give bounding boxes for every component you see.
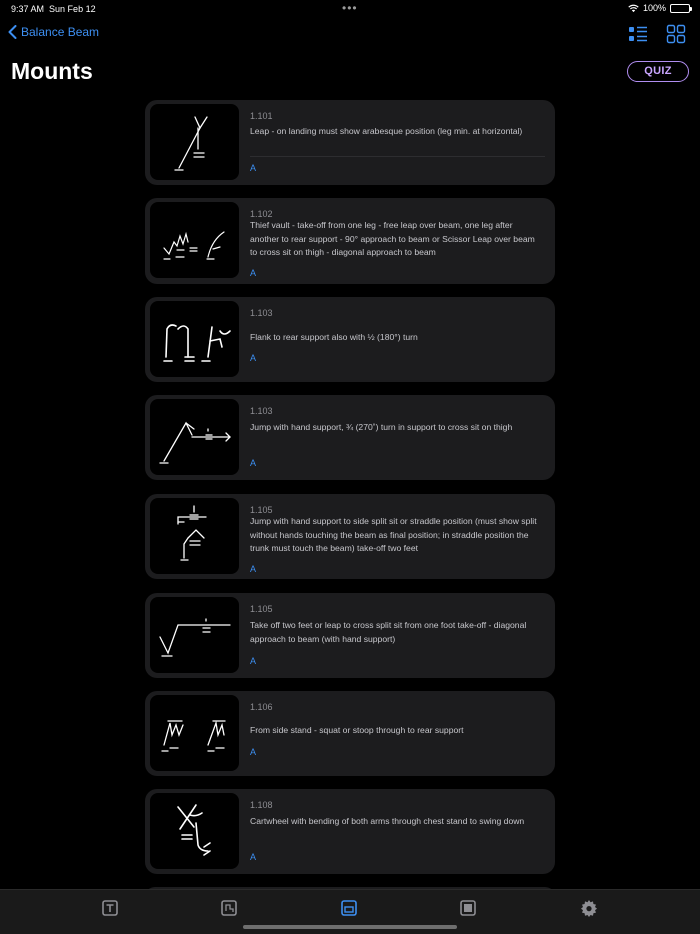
- skill-description: Jump with hand support to side split sit…: [250, 516, 537, 553]
- skill-description: Cartwheel with bending of both arms thro…: [250, 816, 525, 826]
- skill-symbol-icon: [150, 597, 239, 673]
- skill-symbol-icon: [150, 695, 239, 771]
- battery-percent: 100%: [642, 3, 666, 13]
- list-icon[interactable]: [628, 24, 648, 44]
- status-time: 9:37 AM Sun Feb 12: [11, 4, 96, 14]
- divider: [250, 156, 545, 157]
- view-toggle: [628, 24, 686, 44]
- skill-code: 1.106: [250, 702, 273, 712]
- skill-grade: A: [250, 747, 257, 757]
- skill-grade: A: [250, 656, 257, 666]
- status-indicators: 100%: [628, 3, 692, 13]
- skill-description: From side stand - squat or stoop through…: [250, 725, 464, 735]
- skill-code: 1.101: [250, 111, 273, 121]
- skill-code: 1.103: [250, 406, 273, 416]
- skill-description: Thief vault - take-off from one leg - fr…: [250, 220, 535, 257]
- chevron-left-icon: [8, 25, 17, 39]
- skill-description: Flank to rear support also with ½ (180°)…: [250, 332, 418, 342]
- skill-code: 1.102: [250, 209, 273, 219]
- skill-description: Leap - on landing must show arabesque po…: [250, 126, 523, 136]
- status-bar: 9:37 AM Sun Feb 12 ••• 100%: [0, 0, 700, 18]
- home-indicator[interactable]: [243, 925, 457, 929]
- card-icon[interactable]: [459, 899, 477, 917]
- skill-description: Jump with hand support, ¾ (270˚) turn in…: [250, 422, 513, 432]
- skill-symbol-icon: [150, 399, 239, 475]
- skill-symbol-icon: [150, 301, 239, 377]
- skill-symbol-icon: [150, 104, 239, 180]
- skill-grade: A: [250, 268, 257, 278]
- list-item[interactable]: 1.105 Jump with hand support to side spl…: [145, 494, 555, 579]
- beam-icon[interactable]: [340, 899, 358, 917]
- skill-code: 1.103: [250, 308, 273, 318]
- symbols-icon[interactable]: [220, 899, 238, 917]
- multitasking-dots-icon[interactable]: •••: [342, 1, 358, 15]
- page-title: Mounts: [11, 58, 93, 84]
- skill-grade: A: [250, 353, 257, 363]
- gear-icon[interactable]: [580, 899, 598, 917]
- list-item[interactable]: 1.103 Flank to rear support also with ½ …: [145, 297, 555, 382]
- list-item[interactable]: 1.101 Leap - on landing must show arabes…: [145, 100, 555, 185]
- text-icon[interactable]: [101, 899, 119, 917]
- skill-symbol-icon: [150, 498, 239, 574]
- skill-symbol-icon: [150, 202, 239, 278]
- list-item[interactable]: 1.103 Jump with hand support, ¾ (270˚) t…: [145, 395, 555, 480]
- skill-grade: A: [250, 564, 257, 574]
- list-item[interactable]: 1.102 Thief vault - take-off from one le…: [145, 198, 555, 284]
- list-item[interactable]: 1.106 From side stand - squat or stoop t…: [145, 691, 555, 776]
- skill-code: 1.105: [250, 604, 273, 614]
- quiz-button[interactable]: QUIZ: [627, 61, 689, 82]
- grid-icon[interactable]: [666, 24, 686, 44]
- battery-icon: [670, 3, 692, 13]
- skill-code: 1.105: [250, 505, 273, 515]
- skill-grade: A: [250, 458, 257, 468]
- skill-symbol-icon: [150, 793, 239, 869]
- list-item[interactable]: 1.105 Take off two feet or leap to cross…: [145, 593, 555, 678]
- status-date-text: Sun Feb 12: [49, 4, 96, 14]
- skill-grade: A: [250, 163, 257, 173]
- status-time-text: 9:37 AM: [11, 4, 45, 14]
- list-item[interactable]: 1.108 Cartwheel with bending of both arm…: [145, 789, 555, 874]
- skill-grade: A: [250, 852, 257, 862]
- wifi-icon: [628, 4, 639, 12]
- back-button[interactable]: Balance Beam: [8, 25, 99, 39]
- skill-description: Take off two feet or leap to cross split…: [250, 620, 527, 644]
- back-label: Balance Beam: [21, 25, 100, 39]
- skill-code: 1.108: [250, 800, 273, 810]
